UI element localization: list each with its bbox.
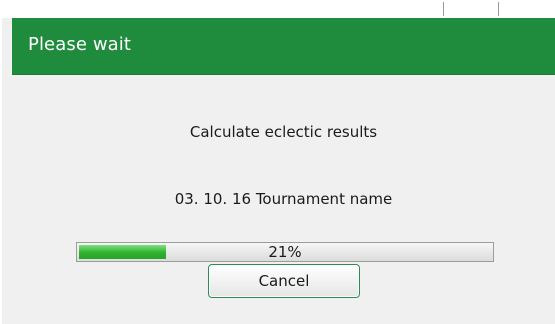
progress-percent: 21%	[268, 243, 302, 261]
please-wait-dialog: Please wait Calculate eclectic results 0…	[12, 18, 555, 324]
cancel-button[interactable]: Cancel	[208, 264, 360, 298]
progress-bar: 21%	[76, 242, 494, 262]
dialog-titlebar[interactable]: Please wait	[12, 18, 555, 75]
background-divider	[443, 2, 444, 16]
status-message: Calculate eclectic results	[189, 123, 378, 141]
background-divider	[498, 2, 499, 16]
background-window-edge	[0, 0, 2, 324]
background-window-strip	[0, 0, 555, 18]
dialog-title: Please wait	[28, 34, 132, 55]
tournament-label: 03. 10. 16 Tournament name	[174, 190, 393, 208]
